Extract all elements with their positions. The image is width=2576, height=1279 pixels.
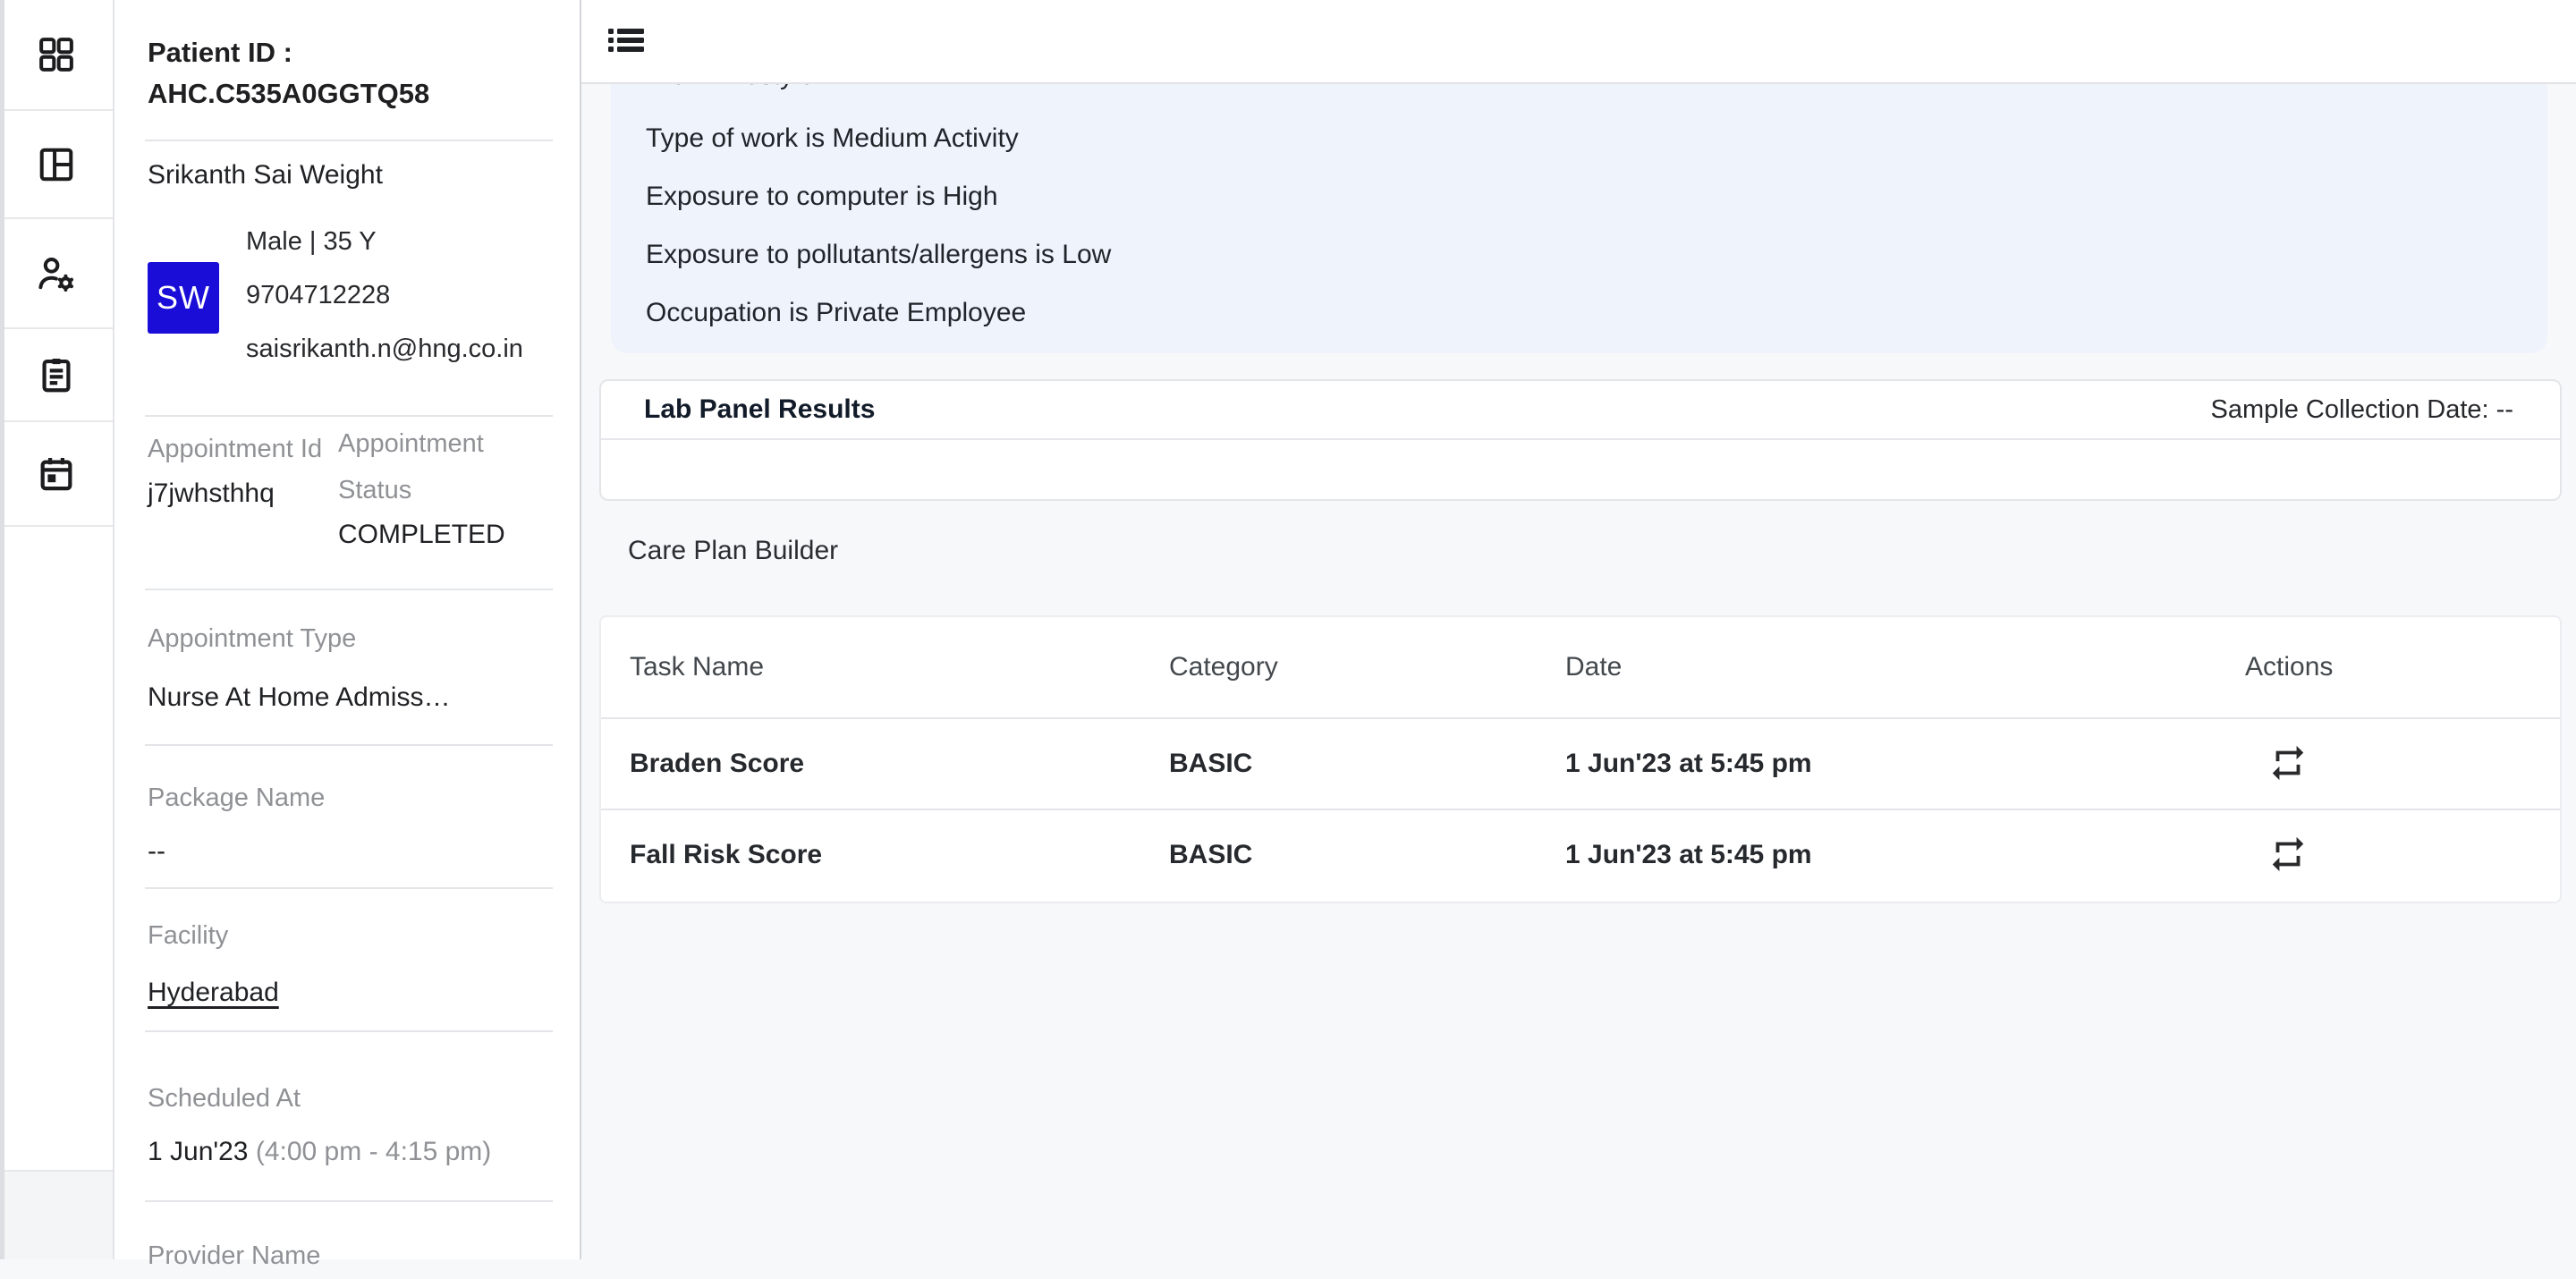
- appointment-type-label: Appointment Type: [148, 615, 356, 662]
- lifestyle-item: Exposure to computer is High: [646, 167, 2547, 225]
- avatar: SW: [148, 262, 219, 334]
- repeat-action-button[interactable]: [2267, 834, 2309, 877]
- page-left-strip: [0, 0, 4, 1259]
- lifestyle-items: Type of work is Medium Activity Exposure…: [646, 109, 2547, 342]
- appointment-status-value: COMPLETED: [338, 517, 553, 553]
- column-header-actions: Actions: [2245, 652, 2333, 682]
- divider: [145, 415, 553, 417]
- lifestyle-item: Occupation is Private Employee: [646, 284, 2547, 342]
- patient-id-block: Patient ID : AHC.C535A0GGTQ58: [148, 32, 550, 114]
- scheduled-at-label: Scheduled At: [148, 1075, 301, 1122]
- package-name-label: Package Name: [148, 775, 325, 821]
- avatar-initials: SW: [157, 279, 210, 317]
- facility-label: Facility: [148, 912, 228, 959]
- calendar-icon: [36, 453, 77, 495]
- column-header-task-name: Task Name: [630, 652, 764, 682]
- patient-email: saisrikanth.n@hng.co.in: [246, 322, 523, 376]
- sidebar-item-tasks[interactable]: [0, 329, 113, 422]
- lifestyle-item: Exposure to pollutants/allergens is Low: [646, 225, 2547, 284]
- repeat-action-button[interactable]: [2267, 742, 2309, 785]
- scheduled-at-value: 1 Jun'23 (4:00 pm - 4:15 pm): [148, 1134, 491, 1170]
- date-cell: 1 Jun'23 at 5:45 pm: [1565, 749, 1812, 779]
- care-plan-table: Task Name Category Date Actions Braden S…: [599, 615, 2562, 903]
- sidebar-item-layout[interactable]: [0, 111, 113, 219]
- task-name-cell: Fall Risk Score: [630, 840, 822, 870]
- package-name-value: --: [148, 834, 165, 869]
- patient-id-label: Patient ID :: [148, 32, 550, 73]
- repeat-icon: [2267, 742, 2309, 786]
- repeat-icon: [2267, 834, 2309, 877]
- patient-id-value: AHC.C535A0GGTQ58: [148, 73, 550, 114]
- list-view-button[interactable]: [608, 28, 651, 58]
- provider-name-label: Provider Name: [148, 1232, 320, 1279]
- sidebar-empty-area: [0, 527, 113, 1172]
- facility-link[interactable]: Hyderabad: [148, 975, 279, 1011]
- lab-panel-title: Lab Panel Results: [644, 394, 875, 425]
- appointment-id-block: Appointment Id j7jwhsthhq: [148, 426, 326, 512]
- appointment-status-label: Appointment Status: [338, 420, 553, 513]
- lab-panel-header: Lab Panel Results Sample Collection Date…: [601, 381, 2560, 440]
- sidebar-footer-area: [0, 1172, 113, 1259]
- clipboard-tasks-icon: [36, 354, 77, 395]
- sidebar-item-patient-settings[interactable]: [0, 219, 113, 329]
- divider: [145, 140, 553, 141]
- divider: [145, 744, 553, 746]
- list-icon: [608, 29, 644, 57]
- sidebar-item-calendar[interactable]: [0, 422, 113, 527]
- table-row: Braden Score BASIC 1 Jun'23 at 5:45 pm: [601, 717, 2560, 809]
- lifestyle-heading-clipped: From Lifestyle: [646, 84, 2547, 95]
- lifestyle-item: Type of work is Medium Activity: [646, 109, 2547, 167]
- divider: [145, 887, 553, 889]
- divider: [145, 589, 553, 590]
- category-cell: BASIC: [1169, 840, 1252, 870]
- patient-demographics: Male | 35 Y: [246, 215, 523, 268]
- care-plan-table-header: Task Name Category Date Actions: [601, 617, 2560, 717]
- table-row: Fall Risk Score BASIC 1 Jun'23 at 5:45 p…: [601, 809, 2560, 900]
- layout-panels-icon: [36, 144, 77, 185]
- main-topbar: [581, 0, 2576, 84]
- patient-name: Srikanth Sai Weight: [148, 157, 383, 193]
- appointment-type-value: Nurse At Home Admiss…: [148, 680, 450, 716]
- appointment-status-block: Appointment Status COMPLETED: [338, 420, 553, 553]
- patient-phone: 9704712228: [246, 268, 523, 322]
- care-plan-builder-title: Care Plan Builder: [628, 536, 838, 566]
- lab-panel-results-card: Lab Panel Results Sample Collection Date…: [599, 379, 2562, 501]
- date-cell: 1 Jun'23 at 5:45 pm: [1565, 840, 1812, 870]
- scheduled-date: 1 Jun'23: [148, 1137, 249, 1166]
- patient-contact-block: Male | 35 Y 9704712228 saisrikanth.n@hng…: [246, 215, 523, 376]
- appointment-id-value: j7jwhsthhq: [148, 476, 326, 512]
- category-cell: BASIC: [1169, 749, 1252, 779]
- person-gear-icon: [35, 252, 78, 295]
- sidebar-item-dashboard[interactable]: [0, 0, 113, 111]
- appointment-id-label: Appointment Id: [148, 426, 326, 472]
- column-header-date: Date: [1565, 652, 1622, 682]
- task-name-cell: Braden Score: [630, 749, 804, 779]
- patient-info-panel: Patient ID : AHC.C535A0GGTQ58 Srikanth S…: [114, 0, 581, 1259]
- lifestyle-summary-panel: From Lifestyle Type of work is Medium Ac…: [611, 84, 2547, 353]
- sample-collection-date: Sample Collection Date: --: [2211, 395, 2513, 425]
- dashboard-grid-icon: [36, 34, 77, 75]
- scheduled-time-range: (4:00 pm - 4:15 pm): [256, 1137, 491, 1166]
- column-header-category: Category: [1169, 652, 1278, 682]
- icon-sidebar: [0, 0, 114, 1259]
- divider: [145, 1030, 553, 1032]
- divider: [145, 1200, 553, 1202]
- lifestyle-heading: From Lifestyle: [646, 84, 2547, 94]
